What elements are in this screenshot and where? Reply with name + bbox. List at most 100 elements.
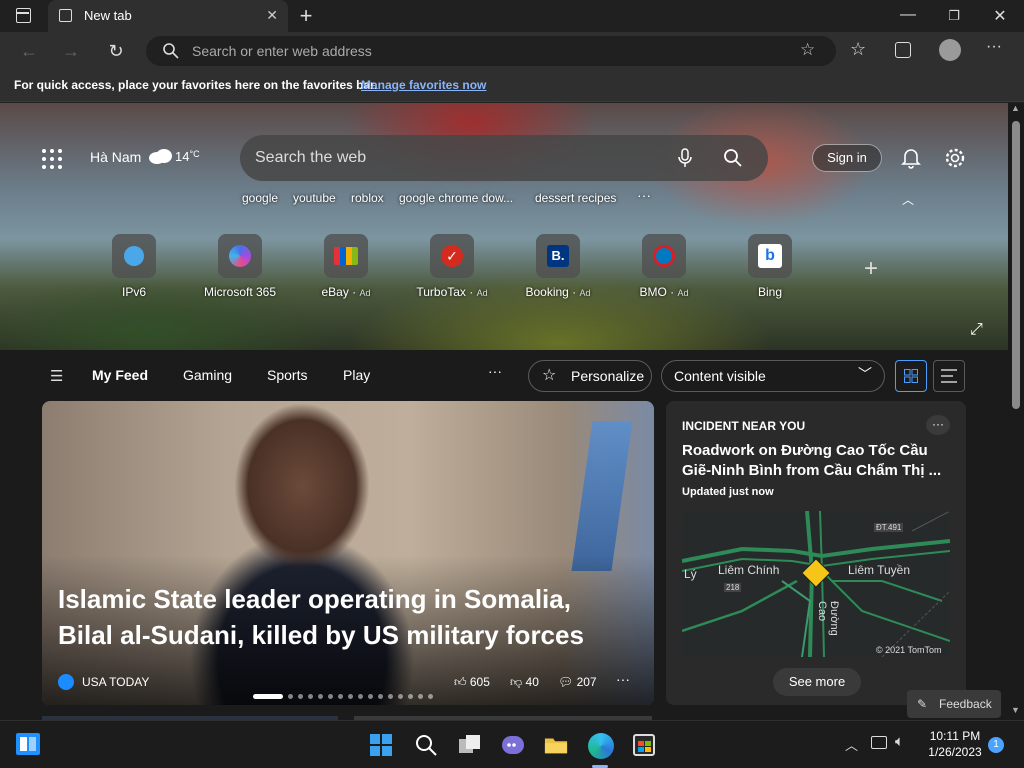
close-window-button[interactable]: ✕ <box>988 6 1012 26</box>
apps-launcher-icon[interactable] <box>42 149 62 169</box>
bmo-icon <box>653 245 675 267</box>
incident-updated: Updated just now <box>682 486 774 498</box>
incident-card[interactable]: INCIDENT NEAR YOU ··· Roadwork on Đường … <box>666 401 966 705</box>
show-hidden-icons-chevron-icon[interactable]: ︿ <box>845 735 858 754</box>
more-suggestions-icon[interactable]: ··· <box>637 187 651 203</box>
map-label: ĐT.491 <box>874 523 904 532</box>
refresh-button[interactable]: ↻ <box>105 40 127 62</box>
personalize-button[interactable]: ☆ Personalize <box>528 360 652 392</box>
incident-title[interactable]: Roadwork on Đường Cao Tốc Cầu Giẽ-Ninh B… <box>682 441 952 481</box>
system-clock[interactable]: 10:11 PM 1/26/2023 <box>920 728 990 760</box>
quick-link-label: eBay · Ad <box>321 285 371 299</box>
favorites-icon[interactable]: ☆ <box>850 39 866 60</box>
ebay-bag-icon <box>334 247 358 265</box>
windows-start-icon[interactable] <box>369 733 393 757</box>
search-suggestion[interactable]: youtube <box>293 191 336 205</box>
story-more-icon[interactable]: ··· <box>616 671 630 687</box>
volume-icon[interactable]: 🔈︎ <box>895 733 904 750</box>
notification-badge[interactable]: 1 <box>988 737 1004 753</box>
ad-badge: Ad <box>476 288 488 298</box>
scrollbar-thumb[interactable] <box>1012 121 1020 409</box>
tab-play[interactable]: Play <box>343 367 370 383</box>
bing-icon: b <box>758 244 782 268</box>
weather-location[interactable]: Hà Nam <box>90 149 141 165</box>
close-tab-icon[interactable]: ✕ <box>266 7 278 24</box>
notifications-bell-icon[interactable] <box>901 147 921 169</box>
address-bar[interactable]: Search or enter web address ☆ <box>146 36 836 66</box>
comments-button[interactable]: 💬︎ 207 <box>558 675 597 689</box>
top-story-headline[interactable]: Islamic State leader operating in Somali… <box>58 581 618 653</box>
microsoft-store-icon[interactable] <box>633 734 655 756</box>
quick-link-text: Booking <box>525 285 569 299</box>
map-label: Liêm Chính <box>718 563 780 577</box>
page-scrollbar[interactable]: ▲ ▼ <box>1008 103 1024 720</box>
minimize-button[interactable]: — <box>896 6 920 24</box>
edge-browser-icon[interactable] <box>588 733 614 759</box>
see-more-button[interactable]: See more <box>773 668 861 696</box>
add-quick-link-icon[interactable]: + <box>864 255 878 283</box>
expand-background-icon[interactable]: ⤢ <box>970 321 983 339</box>
feed-menu-icon[interactable]: ☰ <box>50 367 63 385</box>
task-view-icon[interactable] <box>458 733 482 757</box>
tab-gaming[interactable]: Gaming <box>183 367 232 383</box>
file-explorer-icon[interactable] <box>544 733 568 757</box>
dislike-count: 40 <box>525 675 539 689</box>
content-visibility-dropdown[interactable]: Content visible ﹀ <box>661 360 885 392</box>
quick-link-turbotax[interactable]: ✓ <box>430 234 474 278</box>
scroll-down-arrow-icon[interactable]: ▼ <box>1011 705 1020 715</box>
quick-link-ipv6[interactable] <box>112 234 156 278</box>
web-search-placeholder: Search the web <box>255 149 367 166</box>
new-tab-button[interactable]: + <box>294 3 318 29</box>
tab-title: New tab <box>84 8 132 23</box>
search-suggestion[interactable]: dessert recipes <box>535 191 616 205</box>
search-icon[interactable] <box>414 733 438 757</box>
settings-more-icon[interactable]: ··· <box>986 38 1002 56</box>
tab-actions-icon[interactable] <box>16 8 31 23</box>
search-submit-icon[interactable] <box>724 149 742 167</box>
quick-link-bmo[interactable] <box>642 234 686 278</box>
quick-link-microsoft-365[interactable] <box>218 234 262 278</box>
manage-favorites-link[interactable]: Manage favorites now <box>361 78 486 92</box>
carousel-pagination[interactable] <box>253 694 438 699</box>
web-search-box[interactable]: Search the web <box>240 135 768 181</box>
dislike-button[interactable]: 👎︎ 40 <box>510 675 539 690</box>
map-label: Đường Cao <box>816 601 840 636</box>
tab-sports[interactable]: Sports <box>267 367 307 383</box>
feedback-button[interactable]: ✎ Feedback <box>907 690 1001 718</box>
incident-more-icon[interactable]: ··· <box>926 415 950 435</box>
collections-icon[interactable] <box>895 42 911 58</box>
collapse-chevron-up-icon[interactable]: ︿ <box>902 191 914 208</box>
top-story-card[interactable]: Islamic State leader operating in Somali… <box>42 401 654 705</box>
grid-view-button[interactable] <box>895 360 927 392</box>
widgets-icon[interactable] <box>16 733 40 755</box>
incident-map[interactable]: Liêm Chính Liêm Tuyền Lý ĐT.491 218 Đườn… <box>682 511 950 657</box>
back-button[interactable]: ← <box>18 40 40 62</box>
more-tabs-icon[interactable]: ··· <box>488 363 502 379</box>
like-button[interactable]: 👍︎ 605 <box>454 675 490 690</box>
quick-link-booking[interactable]: B. <box>536 234 580 278</box>
profile-avatar[interactable] <box>939 39 961 61</box>
teams-chat-icon[interactable] <box>501 733 525 757</box>
story-source[interactable]: USA TODAY <box>82 675 149 689</box>
tab-my-feed[interactable]: My Feed <box>92 367 148 383</box>
search-suggestion[interactable]: google chrome dow... <box>399 191 513 205</box>
restore-button[interactable]: ❐ <box>942 8 966 24</box>
tab-new-tab[interactable]: New tab ✕ <box>48 0 288 32</box>
microphone-icon[interactable] <box>678 148 692 168</box>
forward-button[interactable]: → <box>60 40 82 62</box>
weather-temperature[interactable]: 14°C <box>175 149 200 164</box>
sign-in-button[interactable]: Sign in <box>812 144 882 172</box>
scroll-up-arrow-icon[interactable]: ▲ <box>1011 103 1020 113</box>
quick-link-text: TurboTax <box>416 285 466 299</box>
list-view-button[interactable] <box>933 360 965 392</box>
search-suggestion[interactable]: roblox <box>351 191 384 205</box>
page-settings-gear-icon[interactable] <box>944 147 966 169</box>
add-favorite-icon[interactable]: ☆ <box>800 40 815 60</box>
quick-link-bing[interactable]: b <box>748 234 792 278</box>
quick-link-ebay[interactable] <box>324 234 368 278</box>
map-label: 218 <box>724 583 742 592</box>
search-suggestion[interactable]: google <box>242 191 278 205</box>
network-icon[interactable] <box>871 736 887 749</box>
quick-link-text: eBay <box>321 285 349 299</box>
map-label: Liêm Tuyền <box>848 563 911 577</box>
